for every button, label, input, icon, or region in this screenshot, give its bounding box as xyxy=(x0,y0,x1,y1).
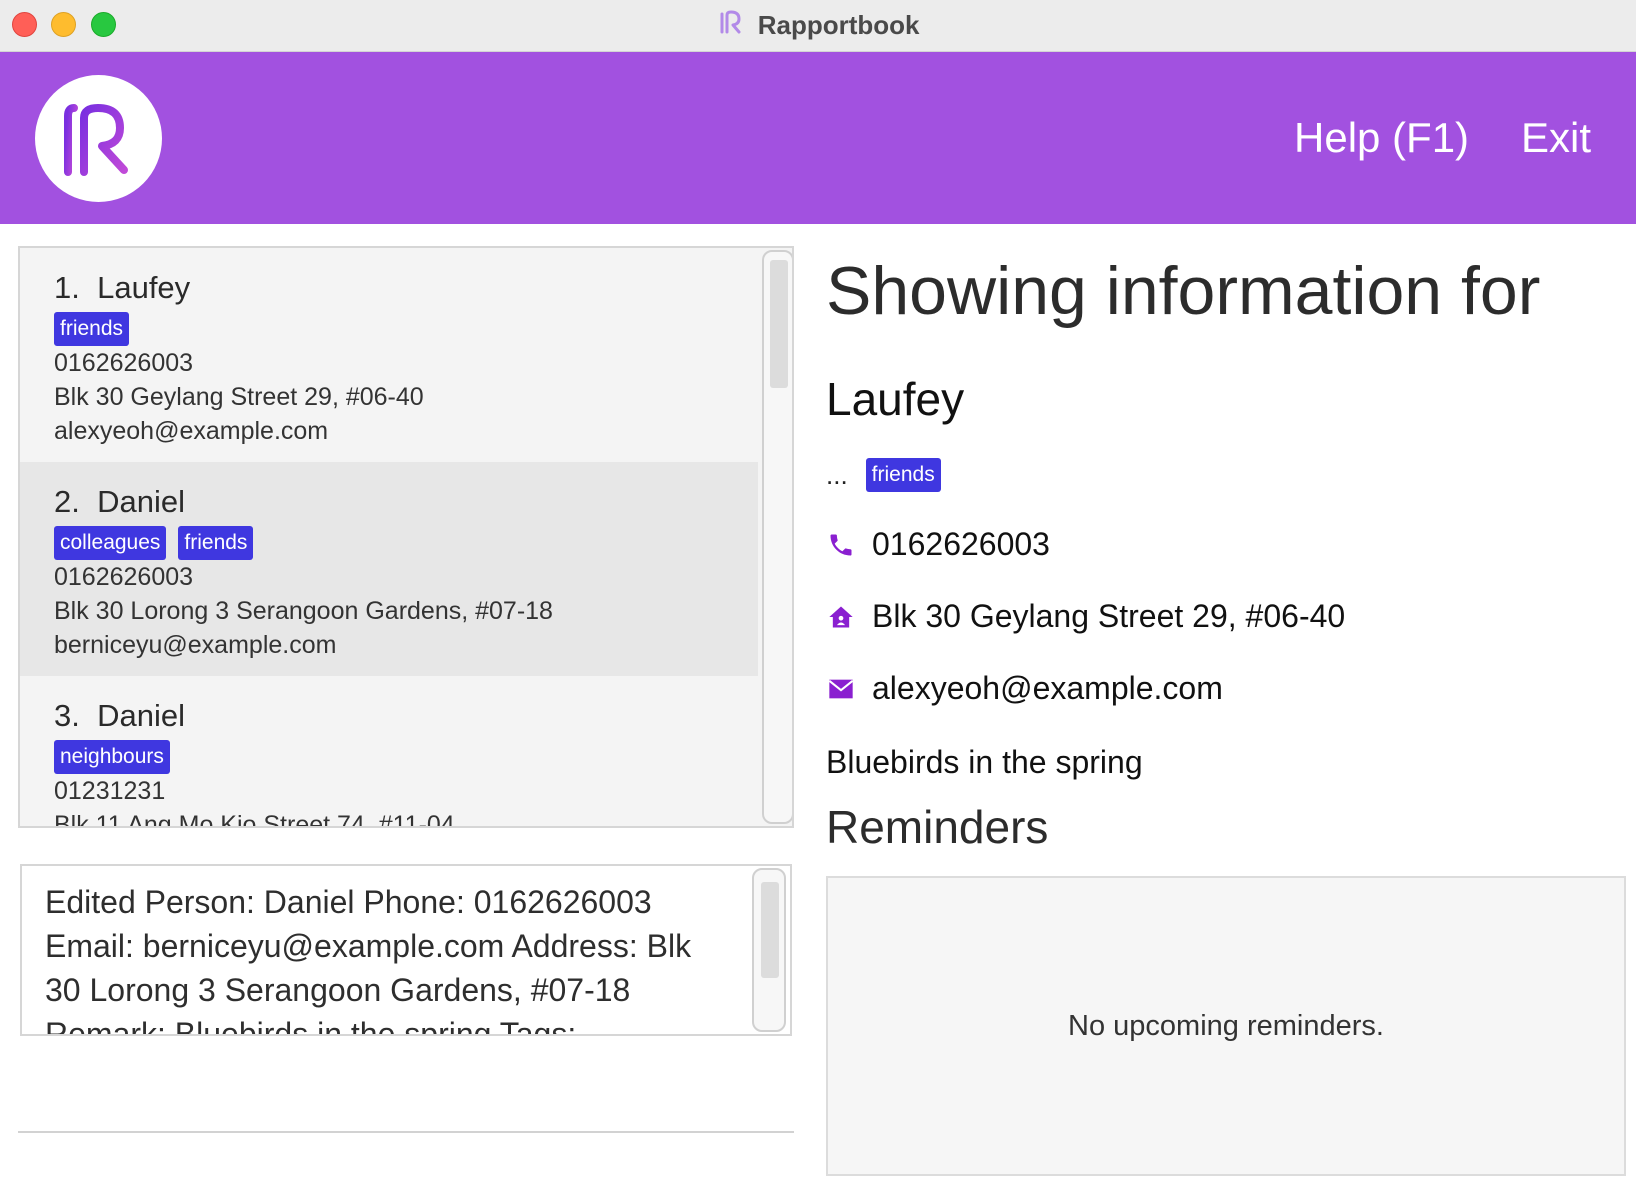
person-phone: 01231231 xyxy=(54,777,166,805)
result-display[interactable]: Edited Person: Daniel Phone: 0162626003 … xyxy=(20,864,792,1036)
person-list[interactable]: 1. Laufey friends 0162626003 Blk 30 Geyl… xyxy=(18,246,794,828)
person-name-text: Laufey xyxy=(97,270,191,305)
app-logo-small-icon xyxy=(717,8,745,43)
reminders-empty-message: No upcoming reminders. xyxy=(1068,1009,1384,1042)
person-index: 2. xyxy=(54,484,80,519)
detail-tags: ... friends xyxy=(826,458,941,492)
result-scrollbar[interactable] xyxy=(752,868,786,1032)
person-tags: colleagues friends xyxy=(54,526,758,560)
help-menu-button[interactable]: Help (F1) xyxy=(1294,114,1469,162)
detail-phone: 0162626003 xyxy=(872,526,1050,562)
detail-address: Blk 30 Geylang Street 29, #06-40 xyxy=(872,598,1346,634)
detail-address-row: Blk 30 Geylang Street 29, #06-40 xyxy=(826,598,1345,635)
scrollbar-thumb[interactable] xyxy=(770,260,788,388)
tag-badge: friends xyxy=(865,458,941,492)
person-tags: friends xyxy=(54,312,758,346)
person-card[interactable]: 2. Daniel colleagues friends 0162626003 B… xyxy=(20,462,758,676)
person-name: 2. Daniel xyxy=(54,484,758,520)
person-index: 1. xyxy=(54,270,80,305)
window-titlebar: Rapportbook xyxy=(0,0,1636,52)
mail-icon xyxy=(826,674,856,704)
detail-email-row: alexyeoh@example.com xyxy=(826,670,1223,707)
person-address: Blk 11 Ang Mo Kio Street 74, #11-04 xyxy=(54,811,455,828)
exit-menu-button[interactable]: Exit xyxy=(1521,114,1591,162)
reminders-heading: Reminders xyxy=(826,801,1049,853)
person-name-text: Daniel xyxy=(97,698,185,733)
tag-badge: colleagues xyxy=(54,526,167,560)
person-list-scrollbar[interactable] xyxy=(762,250,792,824)
window-title: Rapportbook xyxy=(757,10,920,40)
scrollbar-thumb[interactable] xyxy=(761,882,779,978)
person-address: Blk 30 Geylang Street 29, #06-40 xyxy=(54,383,424,411)
command-box-divider xyxy=(18,1131,794,1133)
detail-ellipsis: ... xyxy=(826,459,848,490)
person-name-text: Daniel xyxy=(97,484,185,519)
person-card[interactable]: 3. Daniel neighbours 01231231 Blk 11 Ang… xyxy=(20,676,758,828)
person-name: 1. Laufey xyxy=(54,270,758,306)
person-email: alexyeoh@example.com xyxy=(54,417,329,445)
tag-badge: neighbours xyxy=(54,740,170,774)
tag-badge: friends xyxy=(54,312,130,346)
person-name: 3. Daniel xyxy=(54,698,758,734)
person-tags: neighbours xyxy=(54,740,758,774)
detail-remark: Bluebirds in the spring xyxy=(826,744,1143,780)
person-phone: 0162626003 xyxy=(54,563,194,591)
home-icon xyxy=(826,602,856,632)
detail-heading: Showing information for xyxy=(826,253,1541,329)
app-logo-icon xyxy=(35,75,162,202)
phone-icon xyxy=(826,530,856,560)
detail-name: Laufey xyxy=(826,373,965,425)
person-index: 3. xyxy=(54,698,80,733)
app-header: Help (F1) Exit xyxy=(0,52,1636,224)
person-email: berniceyu@example.com xyxy=(54,631,337,659)
result-text: Edited Person: Daniel Phone: 0162626003 … xyxy=(45,884,692,1036)
person-phone: 0162626003 xyxy=(54,349,194,377)
person-card[interactable]: 1. Laufey friends 0162626003 Blk 30 Geyl… xyxy=(20,248,758,462)
person-address: Blk 30 Lorong 3 Serangoon Gardens, #07-1… xyxy=(54,597,553,625)
detail-phone-row: 0162626003 xyxy=(826,526,1050,563)
detail-email: alexyeoh@example.com xyxy=(872,670,1223,706)
window-title-group: Rapportbook xyxy=(0,8,1636,43)
reminders-list[interactable]: No upcoming reminders. xyxy=(826,876,1626,1176)
tag-badge: friends xyxy=(178,526,254,560)
